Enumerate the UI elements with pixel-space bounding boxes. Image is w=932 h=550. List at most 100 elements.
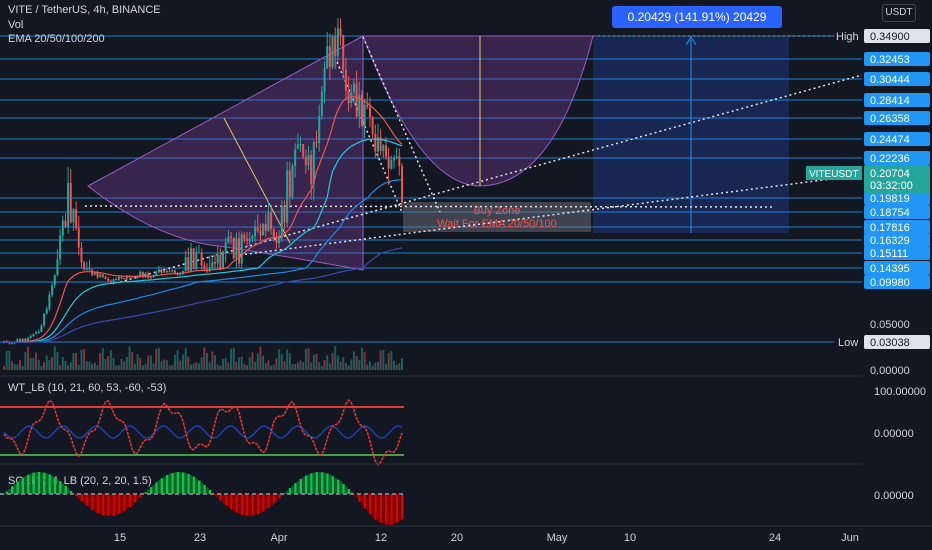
symbol-title[interactable]: VITE / TetherUS, 4h, BINANCE xyxy=(8,4,161,16)
momentum-bar xyxy=(238,494,241,514)
time-tick-label: 12 xyxy=(375,532,387,544)
momentum-bar xyxy=(360,494,364,506)
momentum-bar xyxy=(40,472,43,494)
momentum-bar xyxy=(29,473,33,494)
volume-bar xyxy=(283,361,286,370)
momentum-bar xyxy=(149,487,153,494)
volume-bars xyxy=(3,346,403,370)
ema-legend[interactable]: EMA 20/50/100/200 xyxy=(8,33,105,45)
momentum-bar xyxy=(304,475,308,494)
momentum-bar xyxy=(168,473,172,494)
momentum-bar xyxy=(53,477,57,494)
volume-bar xyxy=(326,355,329,370)
volume-bar xyxy=(107,356,110,370)
momentum-bar xyxy=(144,492,148,494)
momentum-bar xyxy=(115,494,118,515)
candle-body xyxy=(48,294,51,309)
momentum-bar xyxy=(179,472,182,494)
candle-body xyxy=(275,238,278,244)
momentum-bar xyxy=(302,477,305,494)
volume-bar xyxy=(264,363,267,370)
volume-bar xyxy=(16,364,19,370)
candle-body xyxy=(256,227,259,232)
volume-bar xyxy=(37,359,40,370)
candle-body xyxy=(83,262,86,270)
momentum-bar xyxy=(61,483,65,494)
momentum-bar xyxy=(214,494,217,496)
candle-body xyxy=(323,68,326,92)
candle-body xyxy=(350,92,353,103)
momentum-bar xyxy=(203,484,206,494)
momentum-bar xyxy=(320,472,324,494)
wavetrend-panel: WT_LB (10, 21, 60, 53, -60, -53) xyxy=(0,375,862,466)
volume-bar xyxy=(32,357,35,370)
candle-body xyxy=(390,160,393,169)
momentum-bar xyxy=(133,494,137,503)
momentum-bar xyxy=(13,483,17,494)
momentum-bar xyxy=(181,472,185,494)
volume-legend[interactable]: Vol xyxy=(8,19,23,31)
last-price: 0.20704 xyxy=(870,168,910,180)
momentum-bar xyxy=(328,474,332,494)
candle-body xyxy=(286,170,289,223)
candle-body xyxy=(69,182,72,223)
cup-right-shape xyxy=(362,35,594,187)
momentum-bar xyxy=(342,484,345,494)
volume-bar xyxy=(251,352,254,370)
cup-and-handle-drawing: Buy ZoneWait For EMA 20/50/100 xyxy=(87,35,594,271)
price-level-value: 0.22236 xyxy=(870,153,910,165)
volume-bar xyxy=(230,348,233,370)
price-level-value: 0.17816 xyxy=(870,222,910,234)
candle-body xyxy=(123,278,126,280)
candle-body xyxy=(93,272,96,275)
candle-body xyxy=(283,205,286,223)
candle-body xyxy=(264,223,267,231)
candle-body xyxy=(214,261,217,264)
candle-body xyxy=(363,104,366,127)
momentum-bar xyxy=(336,479,340,494)
momentum-bar xyxy=(379,494,383,523)
currency-button[interactable]: USDT xyxy=(882,4,916,22)
volume-bar xyxy=(368,361,371,370)
volume-bar xyxy=(371,365,374,370)
momentum-bar xyxy=(275,494,278,502)
candle-body xyxy=(171,270,174,272)
candle-body xyxy=(227,236,230,243)
time-tick-label: 10 xyxy=(624,532,636,544)
price-level-value: 0.24474 xyxy=(870,134,910,146)
volume-bar xyxy=(24,352,27,370)
candle-body xyxy=(157,269,160,273)
candle-body xyxy=(163,271,166,273)
volume-bar xyxy=(376,362,379,370)
momentum-bar xyxy=(93,494,97,512)
high-label: High xyxy=(836,31,859,43)
momentum-bar xyxy=(254,494,257,516)
volume-bar xyxy=(355,355,358,370)
wt-signal-line xyxy=(3,425,403,439)
volume-bar xyxy=(360,347,363,370)
momentum-bar xyxy=(83,494,86,504)
volume-bar xyxy=(288,353,291,370)
momentum-bar xyxy=(243,494,246,516)
volume-bar xyxy=(136,354,139,370)
momentum-bar xyxy=(326,473,329,494)
momentum-bar xyxy=(331,476,335,494)
candle-body xyxy=(160,269,163,273)
sqz-axis-value: 0.00000 xyxy=(874,490,914,502)
momentum-bar xyxy=(272,494,276,504)
candle-body xyxy=(88,268,91,270)
price-axis: 0.32453 0.30444 0.28414 0.26358 0.24474 0.222… xyxy=(806,0,932,550)
low-value: 0.03038 xyxy=(870,337,910,349)
volume-bar xyxy=(339,361,342,370)
volume-bar xyxy=(96,365,99,370)
volume-bar xyxy=(157,348,160,370)
volume-bar xyxy=(85,360,88,370)
time-tick-label: 23 xyxy=(194,532,206,544)
price-chart: Buy ZoneWait For EMA 20/50/100 WT_LB (10… xyxy=(0,0,932,550)
momentum-bar xyxy=(155,482,158,494)
momentum-bar xyxy=(315,472,319,494)
candle-body xyxy=(395,156,398,158)
candle-body xyxy=(342,35,345,70)
price-level-value: 0.19819 xyxy=(870,193,910,205)
candle-body xyxy=(352,83,355,93)
